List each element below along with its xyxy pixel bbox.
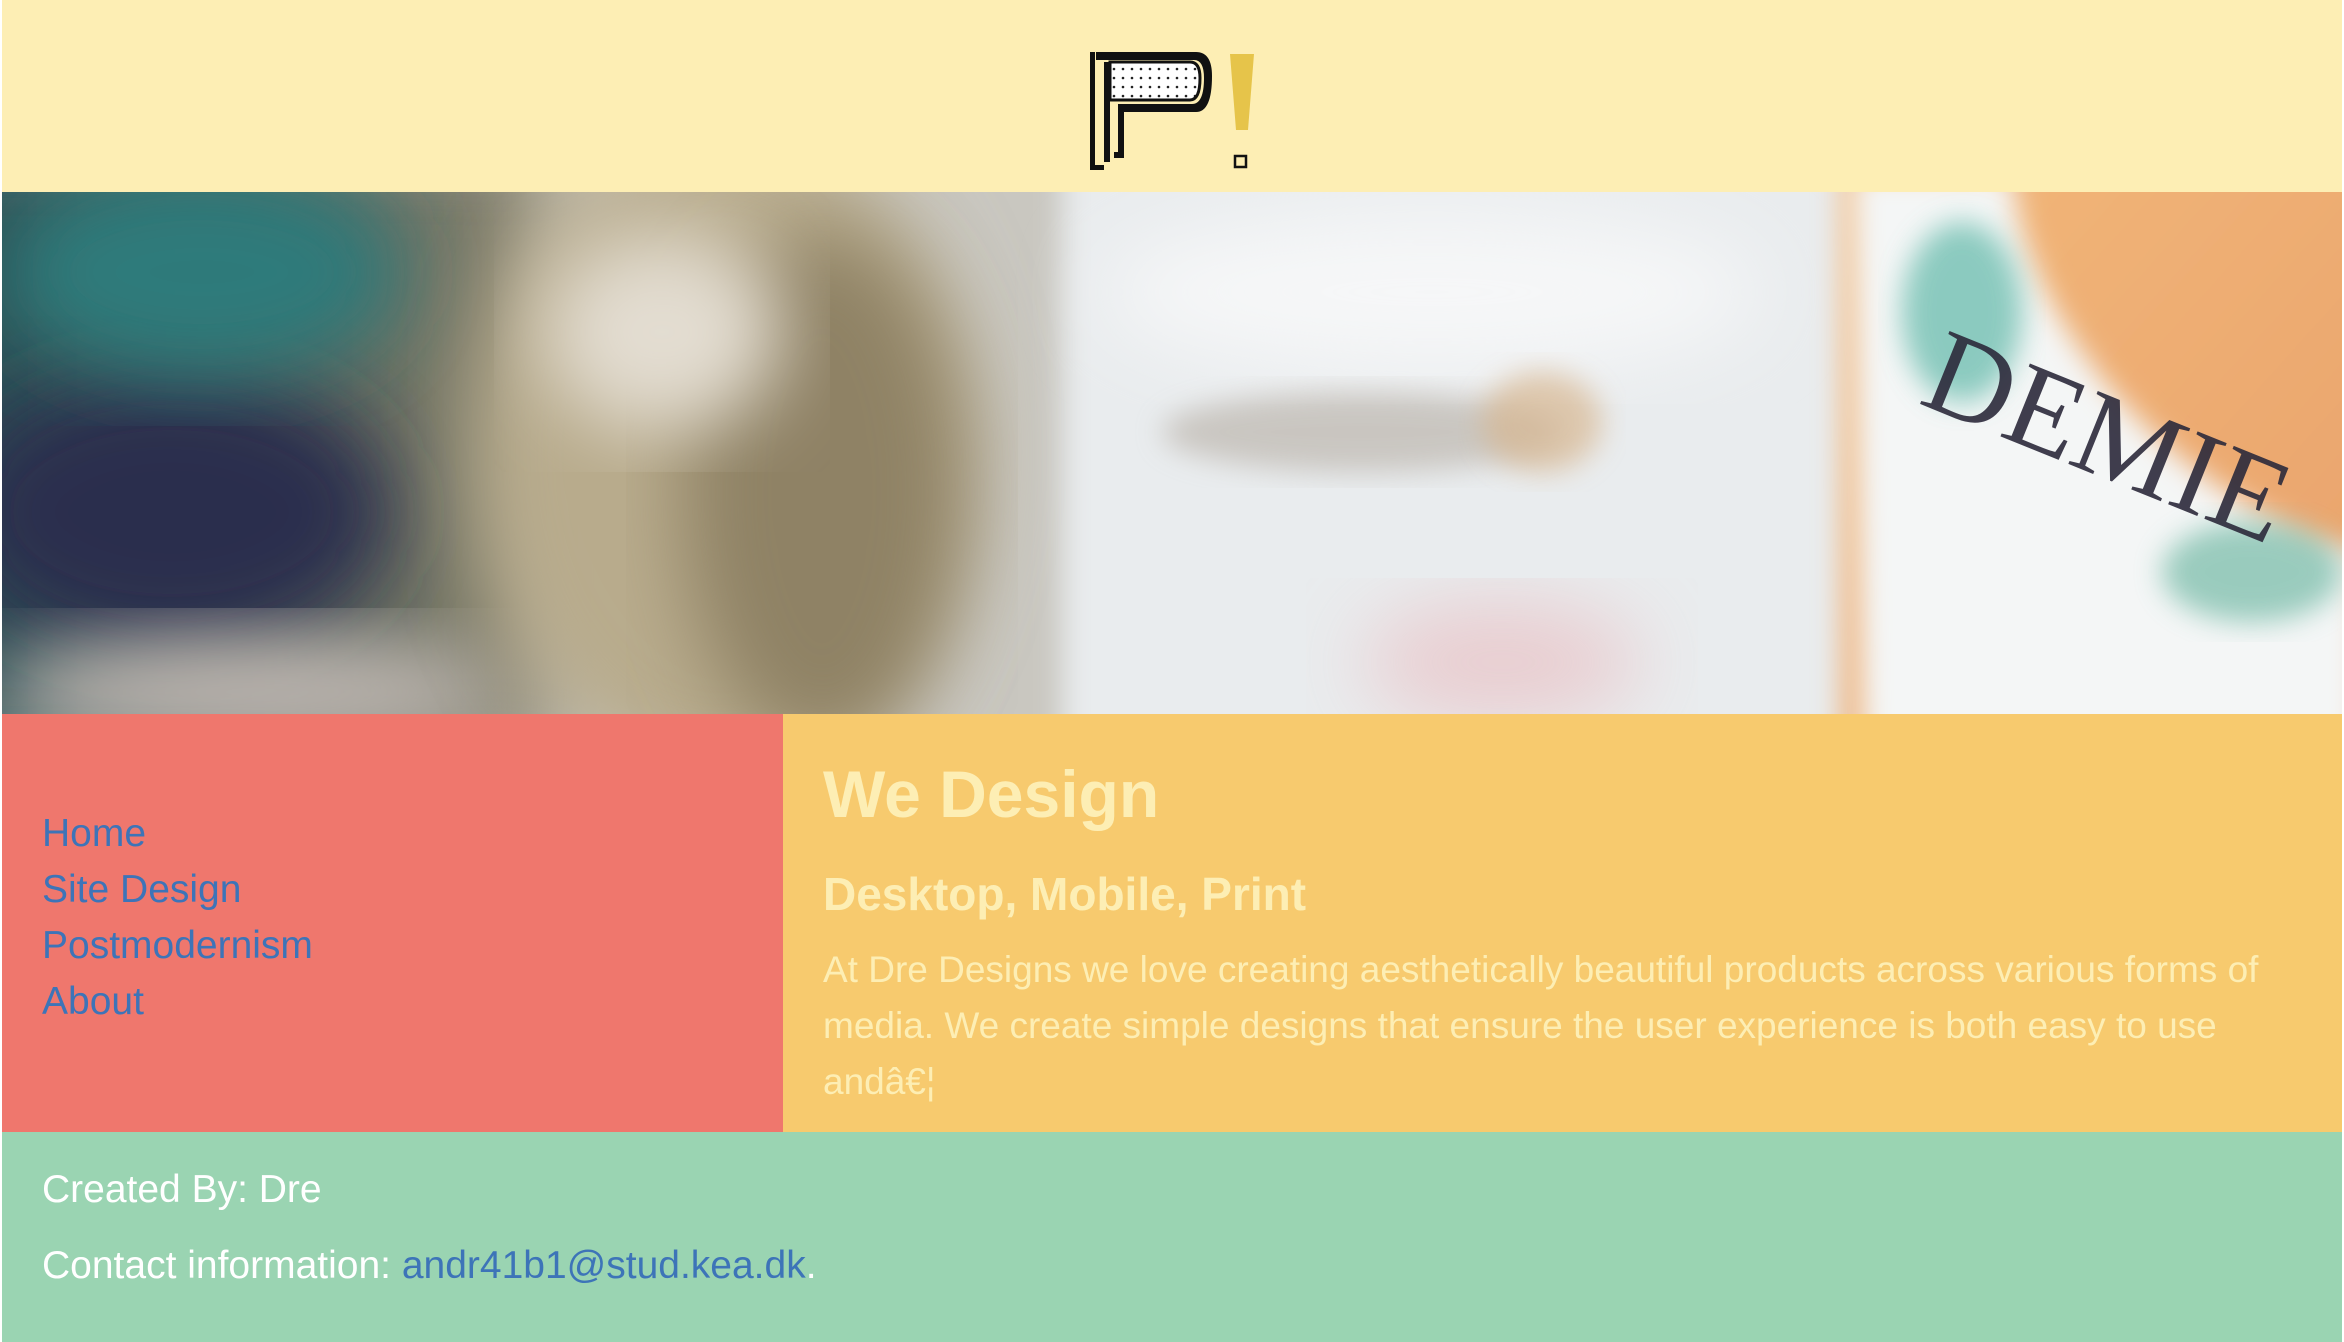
nav-link-site-design[interactable]: Site Design [42,868,241,911]
hero-image: DEMIE [2,192,2342,714]
page: DEMIE Home Site Design Postmodernism Abo… [2,0,2342,1342]
nav-item-site-design: Site Design [42,862,313,918]
nav-link-home[interactable]: Home [42,812,146,855]
nav-link-postmodernism[interactable]: Postmodernism [42,924,313,967]
nav-item-postmodernism: Postmodernism [42,918,313,974]
created-by-text: Created By: Dre [42,1168,322,1211]
contact-email-link[interactable]: andr41b1@stud.kea.dk [402,1244,806,1287]
main-content: We Design Desktop, Mobile, Print At Dre … [783,714,2342,1132]
nav-item-about: About [42,974,313,1030]
page-title: We Design [823,757,1160,831]
nav-list: Home Site Design Postmodernism About [42,806,313,1030]
nav-link-about[interactable]: About [42,980,144,1023]
contact-line: Contact information: andr41b1@stud.kea.d… [42,1238,817,1294]
site-header [2,0,2342,192]
contact-suffix: . [805,1244,817,1287]
page-subtitle: Desktop, Mobile, Print [823,868,1307,920]
sidebar-nav: Home Site Design Postmodernism About [2,714,783,1132]
site-footer: Created By: Dre Contact information: and… [2,1132,2342,1342]
nav-item-home: Home [42,806,313,862]
contact-label: Contact information: [42,1244,402,1287]
intro-paragraph: At Dre Designs we love creating aestheti… [823,949,2259,1102]
flag-exclamation-logo-icon[interactable] [1084,48,1274,178]
